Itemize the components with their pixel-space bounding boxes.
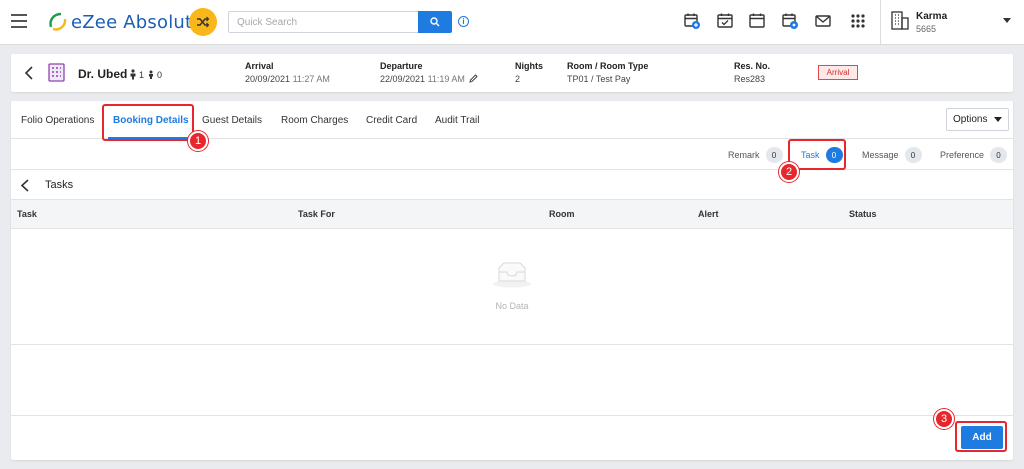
preference-count-badge: 0 [990,147,1008,163]
calendar-settings-icon[interactable] [781,12,799,30]
reservation-header: Dr. Ubed 1 0 Arrival 20/09/2021 11:27 AM… [11,54,1013,92]
message-count-badge: 0 [904,147,922,163]
child-count-value: 0 [157,70,163,80]
search-button[interactable] [418,11,452,33]
column-status: Status [849,209,877,219]
guest-name[interactable]: Dr. Ubed [78,67,127,81]
annotation-step-2: 2 [779,162,799,182]
column-task-for: Task For [298,209,335,219]
info-icon[interactable]: i [458,16,469,27]
child-count: 0 [147,69,162,80]
nights-label: Nights [515,61,543,71]
annotation-step-1: 1 [188,131,208,151]
room-label: Room / Room Type [567,61,649,71]
notes-subtabs: Remark 0 Task 0 Message 0 Preference 0 [11,139,1013,170]
status-badge: Arrival [818,65,858,80]
apps-grid-icon[interactable] [849,12,867,30]
footer-divider [11,415,1013,416]
adult-count-value: 1 [139,70,145,80]
calendar-plus-icon[interactable] [683,12,701,30]
subtab-preference-label: Preference [940,150,985,160]
shuffle-button[interactable] [189,8,217,36]
remark-count-badge: 0 [765,147,783,163]
departure-label: Departure [380,61,423,71]
column-alert: Alert [698,209,719,219]
property-name[interactable]: Karma [916,11,947,22]
annotation-highlight-add [955,421,1007,452]
tasks-empty-state: No Data [11,229,1013,345]
mail-icon[interactable] [814,12,832,30]
departure-value: 22/09/2021 11:19 AM [380,74,479,84]
options-dropdown[interactable]: Options [946,108,1009,131]
empty-message: No Data [495,301,529,311]
topbar-divider [880,0,881,45]
arrival-date: 20/09/2021 [245,74,291,84]
property-dropdown-icon[interactable] [1003,18,1011,23]
building-icon [891,11,909,30]
tab-folio-operations[interactable]: Folio Operations [21,101,94,139]
arrival-value: 20/09/2021 11:27 AM [245,74,330,84]
resno-label: Res. No. [734,61,771,71]
search-icon [430,17,440,27]
app-logo[interactable]: eZee Absolute [47,9,204,35]
shuffle-icon [197,16,210,28]
subtab-remark-label: Remark [728,150,760,160]
annotation-highlight-booking-details [102,104,194,141]
column-task: Task [17,209,37,219]
arrival-time: 11:27 AM [292,74,330,84]
tab-audit-trail[interactable]: Audit Trail [435,101,479,139]
app-name: eZee Absolute [71,11,204,33]
caret-down-icon [994,117,1002,122]
room-building-icon [48,63,65,82]
tab-guest-details[interactable]: Guest Details [202,101,262,139]
calendar-check-icon[interactable] [716,12,734,30]
subtab-remark[interactable]: Remark 0 [728,147,783,163]
resno-value: Res283 [734,74,766,84]
adult-count: 1 [129,69,144,80]
tasks-title: Tasks [45,179,74,191]
edit-icon[interactable] [469,74,479,83]
child-icon [149,70,153,79]
empty-inbox-icon [493,262,531,288]
adult-icon [130,69,136,80]
back-icon[interactable] [24,66,34,80]
calendar-icon[interactable] [748,12,766,30]
property-code: 5665 [916,24,937,34]
nights-value: 2 [515,74,521,84]
top-bar: eZee Absolute i [0,0,1024,45]
subtab-preference[interactable]: Preference 0 [940,147,1008,163]
subtab-message-label: Message [862,150,899,160]
annotation-step-3: 3 [934,409,954,429]
room-value: TP01 / Test Pay [567,74,631,84]
tasks-table-header: Task Task For Room Alert Status [11,200,1013,229]
search-input[interactable] [228,11,418,33]
ezee-logo-icon [49,12,67,31]
tab-room-charges[interactable]: Room Charges [281,101,348,139]
arrival-label: Arrival [245,61,274,71]
column-room: Room [549,209,575,219]
subtab-message[interactable]: Message 0 [862,147,922,163]
tasks-back-icon[interactable] [20,179,30,192]
tasks-header: Tasks [11,170,1013,200]
departure-date: 22/09/2021 [380,74,426,84]
menu-icon[interactable] [11,14,27,28]
options-label: Options [953,114,988,125]
booking-panel: Folio Operations Booking Details Guest D… [11,101,1013,460]
departure-time: 11:19 AM [427,74,465,84]
tab-credit-card[interactable]: Credit Card [366,101,417,139]
